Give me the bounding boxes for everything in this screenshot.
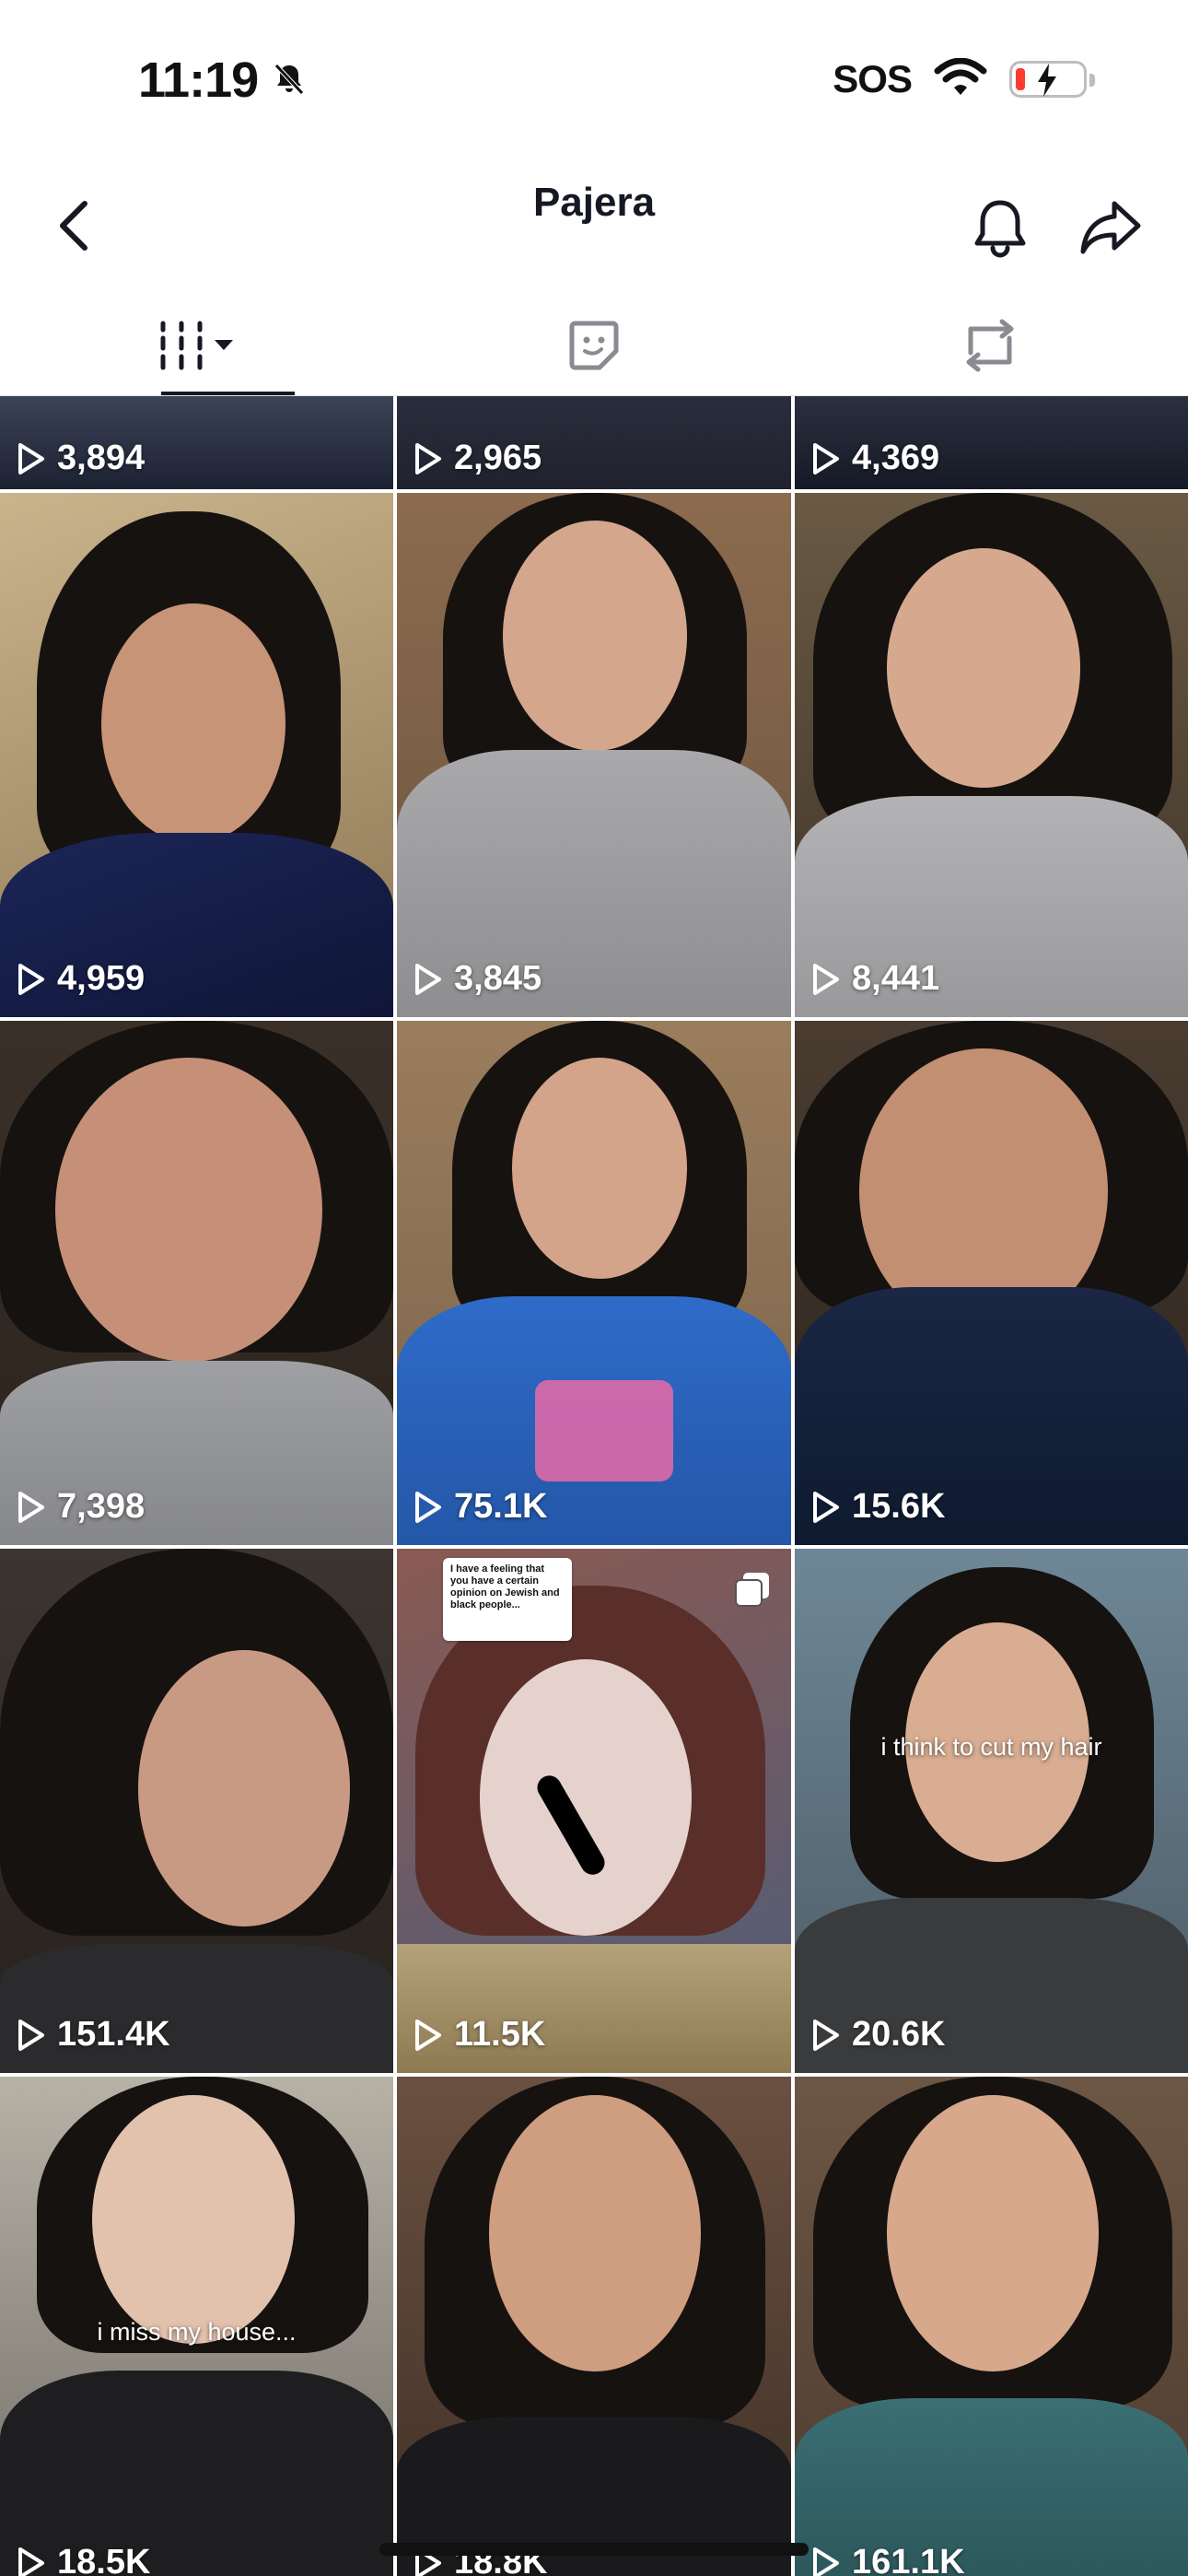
play-icon <box>415 1491 441 1523</box>
view-count: 161.1K <box>809 2543 965 2576</box>
view-count-text: 18.5K <box>57 2543 151 2576</box>
play-icon <box>415 963 441 995</box>
video-thumbnail[interactable]: 75.1K <box>397 1021 791 1545</box>
video-thumbnail[interactable]: 3,845 <box>397 493 791 1017</box>
view-count: 15.6K <box>809 1487 945 1527</box>
battery-nub <box>1089 74 1095 87</box>
play-icon <box>813 2547 839 2576</box>
video-thumbnail[interactable]: 3,894 <box>0 396 393 489</box>
play-icon <box>18 2547 44 2576</box>
view-count: 18.5K <box>15 2543 150 2576</box>
video-thumbnail[interactable]: 4,959 <box>0 493 393 1017</box>
time-group: 11:19 <box>138 52 308 109</box>
video-thumbnail[interactable]: i think to cut my hair 20.6K <box>795 1549 1188 2073</box>
view-count-text: 20.6K <box>852 2015 946 2054</box>
play-icon <box>813 442 839 474</box>
video-thumbnail[interactable]: 8,441 <box>795 493 1188 1017</box>
view-count: 3,894 <box>15 439 145 478</box>
view-count-text: 3,894 <box>57 439 146 477</box>
view-count: 8,441 <box>809 959 939 999</box>
tab-videos[interactable] <box>0 295 396 396</box>
video-caption: i think to cut my hair <box>880 1733 1102 1761</box>
profile-tabs <box>0 295 1188 396</box>
view-count-text: 11.5K <box>454 2015 546 2054</box>
view-count-text: 15.6K <box>852 1487 946 1526</box>
sticker-icon <box>569 321 619 370</box>
view-count: 4,959 <box>15 959 145 999</box>
tab-reposts[interactable] <box>792 295 1188 396</box>
face-shape <box>92 2095 295 2344</box>
profile-header: Pajera <box>0 161 1188 290</box>
video-thumbnail[interactable]: 7,398 <box>0 1021 393 1545</box>
video-thumbnail[interactable]: i miss my house... 18.5K <box>0 2077 393 2576</box>
play-icon <box>18 2019 44 2051</box>
face-shape <box>138 1650 350 1926</box>
face-shape <box>503 521 687 751</box>
home-indicator[interactable] <box>379 2543 809 2556</box>
face-shape <box>101 603 285 843</box>
view-count-text: 161.1K <box>852 2543 965 2576</box>
face-shape <box>480 1659 692 1936</box>
carrier-text: SOS <box>833 57 913 100</box>
video-thumbnail[interactable]: 18.8K <box>397 2077 791 2576</box>
view-count: 3,845 <box>412 959 542 999</box>
view-count: 4,369 <box>809 439 939 478</box>
face-shape <box>512 1058 687 1279</box>
video-thumbnail[interactable]: I have a feeling that you have a certain… <box>397 1549 791 2073</box>
share-button[interactable] <box>1072 189 1149 266</box>
view-count-text: 8,441 <box>852 959 940 998</box>
play-icon <box>415 442 441 474</box>
face-shape <box>55 1058 322 1362</box>
face-shape <box>887 2095 1099 2371</box>
view-count-text: 4,959 <box>57 959 146 998</box>
bell-icon <box>974 200 1026 258</box>
view-count: 11.5K <box>412 2015 545 2055</box>
view-count-text: 3,845 <box>454 959 542 998</box>
video-thumbnail[interactable]: 4,369 <box>795 396 1188 489</box>
view-count-text: 75.1K <box>454 1487 548 1526</box>
video-thumbnail[interactable]: 161.1K <box>795 2077 1188 2576</box>
play-icon <box>18 1491 44 1523</box>
view-count-text: 4,369 <box>852 439 940 477</box>
play-icon <box>813 1491 839 1523</box>
notifications-button[interactable] <box>961 189 1039 266</box>
play-icon <box>415 2019 441 2051</box>
status-right: SOS <box>833 57 1095 101</box>
bell-slash-icon <box>271 60 308 101</box>
video-thumbnail[interactable]: 151.4K <box>0 1549 393 2073</box>
bolt-icon <box>1034 62 1060 103</box>
play-icon <box>18 963 44 995</box>
view-count: 75.1K <box>412 1487 547 1527</box>
view-count-text: 7,398 <box>57 1487 146 1526</box>
view-count: 7,398 <box>15 1487 145 1527</box>
grid-bars-dropdown-icon <box>160 321 233 370</box>
play-icon <box>813 2019 839 2051</box>
video-caption: i miss my house... <box>97 2318 297 2346</box>
video-thumbnail[interactable]: 2,965 <box>397 396 791 489</box>
play-icon <box>813 963 839 995</box>
wifi-icon <box>934 57 987 101</box>
share-arrow-icon <box>1080 201 1141 254</box>
status-bar: 11:19 SOS <box>0 0 1188 161</box>
view-count-text: 151.4K <box>57 2015 170 2054</box>
battery-level <box>1016 68 1025 90</box>
shirt-print <box>535 1380 673 1481</box>
comment-reply-sticker: I have a feeling that you have a certain… <box>443 1558 572 1641</box>
face-shape <box>489 2095 701 2371</box>
battery-charging-icon <box>1009 61 1095 98</box>
video-thumbnail[interactable]: 15.6K <box>795 1021 1188 1545</box>
face-shape <box>887 548 1080 788</box>
view-count: 2,965 <box>412 439 542 478</box>
view-count-text: 2,965 <box>454 439 542 477</box>
repost-icon <box>966 319 1014 372</box>
multi-photo-icon <box>732 1569 773 1614</box>
view-count: 151.4K <box>15 2015 170 2055</box>
view-count: 20.6K <box>809 2015 945 2055</box>
tab-stickers[interactable] <box>396 295 792 396</box>
play-icon <box>18 442 44 474</box>
status-time: 11:19 <box>138 53 259 108</box>
video-grid: 3,894 2,965 4,369 4,959 3,845 8,441 7,39… <box>0 396 1188 2576</box>
